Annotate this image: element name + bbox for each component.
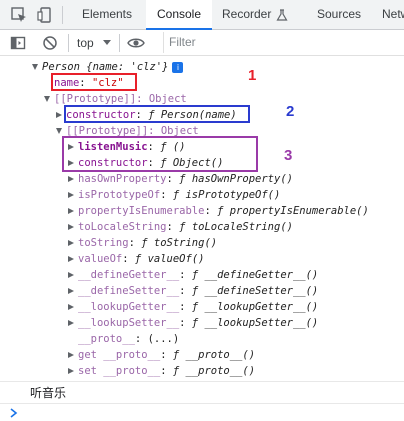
inspect-element-icon[interactable] (10, 6, 28, 24)
prototype-method-row[interactable]: valueOf: ƒ valueOf() (68, 251, 204, 267)
method-key: valueOf (78, 253, 123, 265)
get-proto-key: get __proto__ (78, 349, 161, 361)
collapsed-arrow-icon[interactable] (68, 192, 74, 198)
method-key: hasOwnProperty (78, 173, 167, 185)
clear-console-icon[interactable] (42, 35, 58, 51)
prototype-method-row[interactable]: isPrototypeOf: ƒ isPrototypeOf() (68, 187, 280, 203)
collapsed-arrow-icon[interactable] (68, 272, 74, 278)
method-key: propertyIsEnumerable (78, 205, 205, 217)
toolbar-divider (119, 34, 120, 52)
method-key: __lookupSetter__ (78, 317, 180, 329)
console-toolbar: top Filter (0, 30, 404, 56)
expanded-arrow-icon[interactable] (56, 128, 62, 134)
proto-getter-row[interactable]: __proto__: (...) (78, 331, 179, 347)
annotation-box-3 (62, 136, 258, 172)
eye-icon[interactable] (127, 35, 145, 51)
set-proto-value: ƒ __proto__() (172, 365, 256, 377)
info-icon[interactable]: i (172, 61, 184, 73)
annotation-box-1 (51, 73, 137, 91)
collapsed-arrow-icon[interactable] (68, 176, 74, 182)
context-selector[interactable]: top (77, 34, 94, 52)
method-value: ƒ __lookupSetter__() (191, 317, 319, 329)
annotation-label-2: 2 (286, 103, 295, 120)
annotation-box-2 (64, 105, 250, 123)
prototype-label: [[Prototype]]: Object (54, 93, 187, 105)
method-key: __defineGetter__ (78, 269, 180, 281)
get-proto-value: ƒ __proto__() (172, 349, 256, 361)
tab-console[interactable]: Console (146, 0, 212, 30)
devtools-tab-bar: Elements Console Recorder Sources Netw (0, 0, 404, 30)
person-object-header: Person {name: 'clz'} (42, 61, 169, 73)
prototype-method-row[interactable]: __defineSetter__: ƒ __defineSetter__() (68, 283, 318, 299)
chevron-down-icon[interactable] (103, 40, 111, 46)
console-log-message: 听音乐 (0, 381, 404, 403)
prototype-method-row[interactable]: __defineGetter__: ƒ __defineGetter__() (68, 267, 318, 283)
method-value: ƒ toString() (141, 237, 218, 249)
method-key: __lookupGetter__ (78, 301, 180, 313)
collapsed-arrow-icon[interactable] (68, 368, 74, 374)
prototype-method-row[interactable]: hasOwnProperty: ƒ hasOwnProperty() (68, 171, 293, 187)
tab-network[interactable]: Netw (382, 0, 404, 29)
expanded-arrow-icon[interactable] (32, 64, 38, 70)
method-value: ƒ __defineGetter__() (191, 269, 319, 281)
collapsed-arrow-icon[interactable] (68, 288, 74, 294)
collapsed-arrow-icon[interactable] (68, 256, 74, 262)
tab-sources[interactable]: Sources (317, 0, 377, 29)
collapsed-arrow-icon[interactable] (68, 240, 74, 246)
tab-recorder[interactable]: Recorder (222, 0, 282, 29)
prototype-method-row[interactable]: toLocaleString: ƒ toLocaleString() (68, 219, 293, 235)
method-value: ƒ __lookupGetter__() (191, 301, 319, 313)
method-value: ƒ propertyIsEnumerable() (217, 205, 369, 217)
expanded-arrow-icon[interactable] (44, 96, 50, 102)
annotation-label-1: 1 (248, 67, 257, 84)
method-value: ƒ hasOwnProperty() (179, 173, 293, 185)
method-key: toString (78, 237, 129, 249)
get-proto-row[interactable]: get __proto__: ƒ __proto__() (68, 347, 255, 363)
prompt-chevron-icon (10, 408, 18, 418)
sidebar-toggle-icon[interactable] (10, 35, 26, 51)
method-key: __defineSetter__ (78, 285, 180, 297)
collapsed-arrow-icon[interactable] (68, 304, 74, 310)
method-value: ƒ valueOf() (134, 253, 205, 265)
tab-divider (62, 6, 63, 24)
set-proto-row[interactable]: set __proto__: ƒ __proto__() (68, 363, 255, 379)
recorder-flask-icon (276, 9, 288, 21)
filter-input[interactable]: Filter (163, 32, 404, 53)
proto-getter-value[interactable]: (...) (148, 333, 180, 345)
prototype-method-row[interactable]: toString: ƒ toString() (68, 235, 217, 251)
collapsed-arrow-icon[interactable] (68, 352, 74, 358)
device-toolbar-icon[interactable] (36, 6, 54, 24)
collapsed-arrow-icon[interactable] (56, 112, 62, 118)
prototype-method-row[interactable]: propertyIsEnumerable: ƒ propertyIsEnumer… (68, 203, 369, 219)
annotation-label-3: 3 (284, 147, 293, 164)
collapsed-arrow-icon[interactable] (68, 320, 74, 326)
collapsed-arrow-icon[interactable] (68, 224, 74, 230)
proto-getter-key: __proto__ (78, 333, 135, 345)
toolbar-divider (68, 34, 69, 52)
prototype-method-row[interactable]: __lookupGetter__: ƒ __lookupGetter__() (68, 299, 318, 315)
set-proto-key: set __proto__ (78, 365, 161, 377)
collapsed-arrow-icon[interactable] (68, 208, 74, 214)
method-value: ƒ toLocaleString() (179, 221, 293, 233)
context-selector-label: top (77, 36, 94, 50)
method-value: ƒ __defineSetter__() (191, 285, 319, 297)
method-key: isPrototypeOf (78, 189, 161, 201)
console-prompt[interactable] (0, 403, 404, 421)
tab-elements[interactable]: Elements (72, 0, 142, 29)
method-value: ƒ isPrototypeOf() (172, 189, 281, 201)
method-key: toLocaleString (78, 221, 167, 233)
prototype-method-row[interactable]: __lookupSetter__: ƒ __lookupSetter__() (68, 315, 318, 331)
